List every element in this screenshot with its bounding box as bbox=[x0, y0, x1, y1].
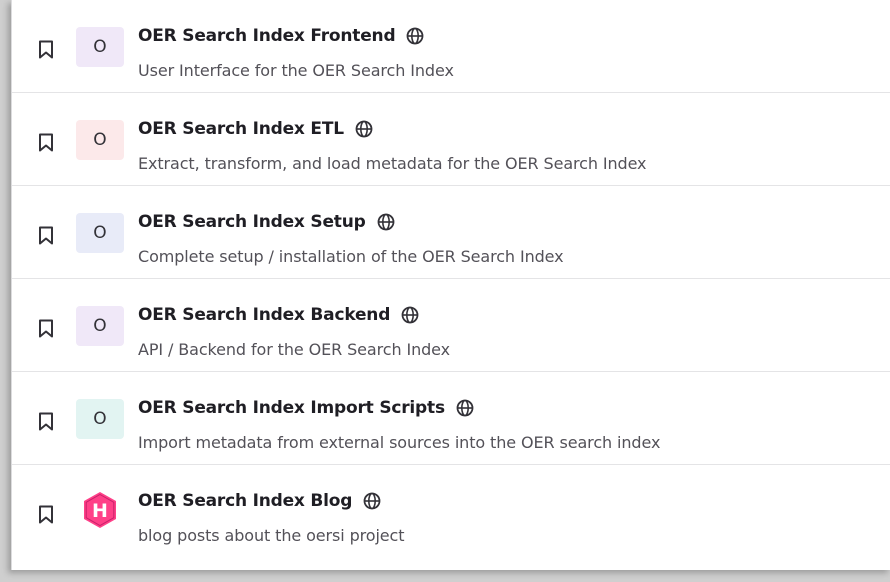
project-description: blog posts about the oersi project bbox=[138, 526, 405, 545]
screenshot-frame: O OER Search Index Frontend User Interfa… bbox=[0, 0, 890, 582]
bookmark-icon[interactable] bbox=[38, 226, 54, 245]
project-row[interactable]: O OER Search Index Frontend User Interfa… bbox=[12, 0, 890, 93]
avatar-letter: O bbox=[93, 316, 107, 336]
project-description: User Interface for the OER Search Index bbox=[138, 61, 454, 80]
project-title-link[interactable]: OER Search Index Backend bbox=[138, 305, 390, 325]
project-avatar[interactable]: O bbox=[76, 120, 124, 160]
project-title-line: OER Search Index Import Scripts bbox=[138, 398, 474, 418]
avatar-letter: O bbox=[93, 37, 107, 57]
bookmark-icon[interactable] bbox=[38, 505, 54, 524]
globe-icon bbox=[355, 120, 373, 138]
hugo-logo-icon: H bbox=[80, 490, 120, 535]
project-row[interactable]: O OER Search Index ETL Extract, transfor… bbox=[12, 93, 890, 186]
globe-icon bbox=[401, 306, 419, 324]
bookmark-icon[interactable] bbox=[38, 319, 54, 338]
project-title-line: OER Search Index Backend bbox=[138, 305, 419, 325]
project-avatar[interactable]: O bbox=[76, 213, 124, 253]
project-avatar[interactable]: O bbox=[76, 399, 124, 439]
project-description: API / Backend for the OER Search Index bbox=[138, 340, 451, 359]
globe-icon bbox=[377, 213, 395, 231]
avatar-letter: O bbox=[93, 409, 107, 429]
project-list: O OER Search Index Frontend User Interfa… bbox=[12, 0, 890, 565]
avatar-letter: O bbox=[93, 130, 107, 150]
project-row[interactable]: O OER Search Index Setup Complete setup … bbox=[12, 186, 890, 279]
project-title-link[interactable]: OER Search Index Frontend bbox=[138, 26, 396, 46]
project-description: Import metadata from external sources in… bbox=[138, 433, 661, 452]
globe-icon bbox=[363, 492, 381, 510]
project-row[interactable]: O OER Search Index Import Scripts Import… bbox=[12, 372, 890, 465]
project-title-line: OER Search Index Setup bbox=[138, 212, 395, 232]
project-row[interactable]: O OER Search Index Backend API / Backend… bbox=[12, 279, 890, 372]
project-list-panel: O OER Search Index Frontend User Interfa… bbox=[11, 0, 890, 570]
globe-icon bbox=[406, 27, 424, 45]
project-title-line: OER Search Index ETL bbox=[138, 119, 373, 139]
project-description: Complete setup / installation of the OER… bbox=[138, 247, 564, 266]
bookmark-icon[interactable] bbox=[38, 40, 54, 59]
bookmark-icon[interactable] bbox=[38, 133, 54, 152]
globe-icon bbox=[456, 399, 474, 417]
project-avatar[interactable]: O bbox=[76, 306, 124, 346]
project-title-line: OER Search Index Blog bbox=[138, 491, 381, 511]
project-title-link[interactable]: OER Search Index ETL bbox=[138, 119, 344, 139]
project-avatar[interactable]: O bbox=[76, 27, 124, 67]
project-title-link[interactable]: OER Search Index Blog bbox=[138, 491, 352, 511]
project-avatar[interactable]: H bbox=[76, 490, 124, 535]
bookmark-icon[interactable] bbox=[38, 412, 54, 431]
project-title-link[interactable]: OER Search Index Setup bbox=[138, 212, 366, 232]
avatar-letter: O bbox=[93, 223, 107, 243]
project-title-line: OER Search Index Frontend bbox=[138, 26, 424, 46]
project-row[interactable]: H OER Search Index Blog blog posts about… bbox=[12, 465, 890, 565]
project-description: Extract, transform, and load metadata fo… bbox=[138, 154, 647, 173]
project-title-link[interactable]: OER Search Index Import Scripts bbox=[138, 398, 445, 418]
hugo-logo-letter: H bbox=[92, 500, 108, 522]
